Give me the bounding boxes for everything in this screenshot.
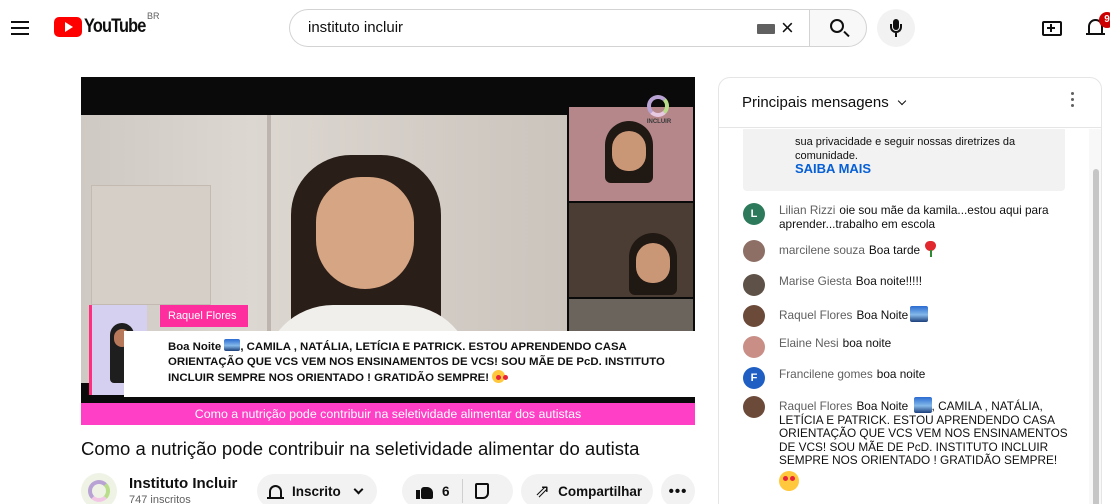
chat-author[interactable]: Marise Giesta xyxy=(779,274,852,288)
chat-notice-card: sua privacidade e seguir nossas diretriz… xyxy=(743,129,1065,191)
logo-country-code: BR xyxy=(147,11,160,21)
featured-chat-overlay: Raquel Flores Boa Noite , CAMILA , NATÁL… xyxy=(89,305,695,401)
like-dislike-group: 6 xyxy=(402,474,513,504)
chat-mode-dropdown[interactable]: Principais mensagens xyxy=(742,94,906,111)
heart-eyes-emoji-icon xyxy=(492,370,509,383)
author-avatar[interactable]: F xyxy=(743,367,765,389)
heart-eyes-emoji-icon xyxy=(779,470,799,491)
overlay-author-name: Raquel Flores xyxy=(160,305,248,327)
chat-author[interactable]: Elaine Nesi xyxy=(779,336,839,350)
channel-row: Instituto Incluir 747 inscritos Inscrito… xyxy=(81,471,695,504)
voice-search-button[interactable] xyxy=(877,9,915,47)
video-title: Como a nutrição pode contribuir na selet… xyxy=(81,438,640,459)
channel-name[interactable]: Instituto Incluir xyxy=(129,475,237,492)
participant-tile xyxy=(569,203,693,297)
bell-icon xyxy=(267,484,284,499)
channel-avatar[interactable] xyxy=(81,473,117,504)
clear-search-icon[interactable]: × xyxy=(781,17,794,39)
subscribed-button[interactable]: Inscrito xyxy=(257,474,377,504)
live-chat-panel: Principais mensagens sua privacidade e s… xyxy=(718,77,1102,504)
play-logo-icon xyxy=(54,17,82,37)
chat-scrollbar[interactable] xyxy=(1089,129,1101,504)
share-button[interactable]: ⇗ Compartilhar xyxy=(521,474,653,504)
overlay-message: Boa Noite , CAMILA , NATÁLIA, LETÍCIA E … xyxy=(124,331,695,397)
cityscape-emoji-icon xyxy=(910,306,929,322)
author-avatar[interactable]: L xyxy=(743,203,765,225)
like-button[interactable] xyxy=(416,484,434,499)
search-button[interactable] xyxy=(809,9,867,47)
keyboard-icon[interactable] xyxy=(757,24,775,34)
like-count: 6 xyxy=(442,483,450,499)
notification-count-badge: 9 xyxy=(1099,12,1110,28)
logo-wordmark: YouTube xyxy=(84,16,146,37)
masthead: YouTube BR × 9 xyxy=(0,0,1110,56)
search-box: × xyxy=(289,9,809,47)
chat-header: Principais mensagens xyxy=(719,78,1101,128)
youtube-logo[interactable]: YouTube BR xyxy=(54,11,160,38)
share-icon: ⇗ xyxy=(535,480,551,501)
author-avatar[interactable] xyxy=(743,274,765,296)
cityscape-emoji-icon xyxy=(913,397,932,413)
chat-author[interactable]: Raquel Flores xyxy=(779,308,852,322)
lower-third-caption: Como a nutrição pode contribuir na selet… xyxy=(81,403,695,425)
instituto-incluir-watermark: INCLUIR xyxy=(641,95,677,131)
dislike-button[interactable] xyxy=(474,483,489,499)
rose-emoji-icon xyxy=(922,241,940,257)
search-icon xyxy=(830,19,844,33)
chevron-down-icon xyxy=(353,484,364,494)
more-actions-button[interactable]: ••• xyxy=(661,474,695,504)
chat-options-icon[interactable] xyxy=(1071,92,1075,110)
video-player[interactable]: INCLUIR Raquel Flores Boa Noite , CAMILA… xyxy=(81,77,695,425)
subscriber-count: 747 inscritos xyxy=(129,494,191,504)
chat-author[interactable]: Raquel Flores xyxy=(779,399,852,413)
chat-author[interactable]: marcilene souza xyxy=(779,243,865,257)
chat-author[interactable]: Francilene gomes xyxy=(779,367,873,381)
author-avatar[interactable] xyxy=(743,240,765,262)
cityscape-emoji-icon xyxy=(224,339,241,351)
chat-author[interactable]: Lilian Rizzi xyxy=(779,203,835,217)
menu-icon[interactable] xyxy=(10,16,34,40)
chat-messages: sua privacidade e seguir nossas diretriz… xyxy=(719,129,1089,504)
chat-scrollbar-thumb[interactable] xyxy=(1093,169,1099,504)
create-video-icon[interactable] xyxy=(1042,21,1062,36)
learn-more-link[interactable]: SAIBA MAIS xyxy=(795,161,871,176)
author-avatar[interactable] xyxy=(743,396,765,418)
author-avatar[interactable] xyxy=(743,336,765,358)
chevron-down-icon xyxy=(897,96,906,105)
author-avatar[interactable] xyxy=(743,305,765,327)
search-input[interactable] xyxy=(308,19,708,36)
